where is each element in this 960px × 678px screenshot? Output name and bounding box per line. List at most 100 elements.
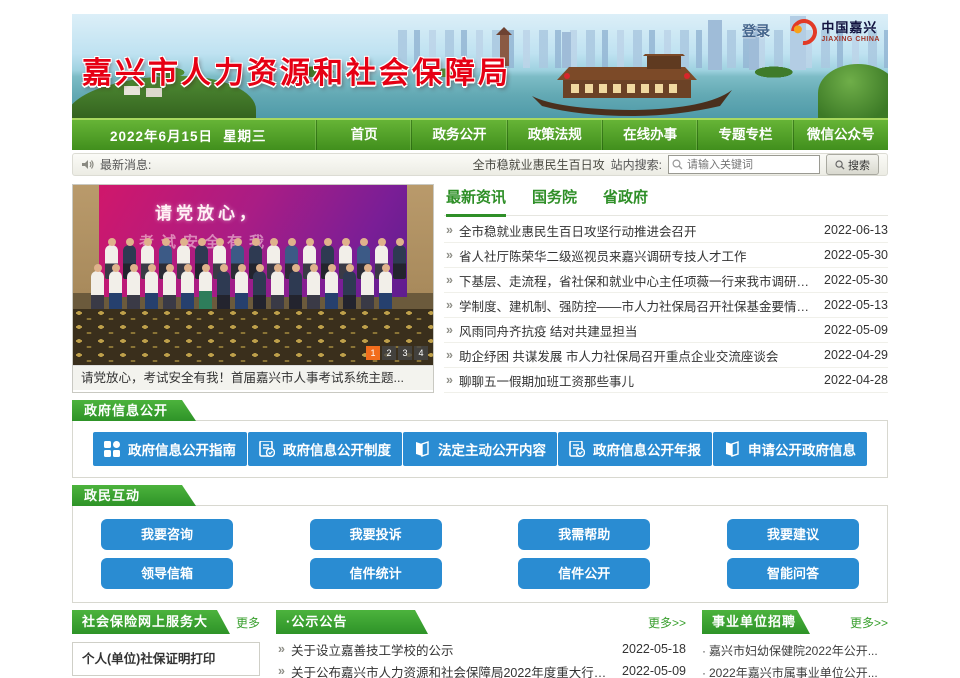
double-arrow-bullet: » — [446, 248, 453, 262]
nav-item-home[interactable]: 首页 — [316, 120, 411, 150]
complaint-button[interactable]: 我要投诉 — [310, 519, 442, 550]
tab-state-council[interactable]: 国务院 — [532, 186, 577, 215]
book-icon — [414, 441, 430, 457]
suggestion-button[interactable]: 我要建议 — [727, 519, 859, 550]
news-tabs: 最新资讯 国务院 省政府 — [444, 186, 888, 216]
news-item[interactable]: » 下基层、走流程，省社保和就业中心主任项薇一行来我市调研“国统”上线情况 2022… — [444, 268, 888, 293]
double-arrow-bullet: » — [446, 223, 453, 237]
request-disclosure-button[interactable]: 申请公开政府信息 — [713, 432, 867, 466]
annual-report-button[interactable]: 政府信息公开年报 — [558, 432, 712, 466]
mail-statistics-button[interactable]: 信件统计 — [310, 558, 442, 589]
news-item[interactable]: » 省人社厅陈荣华二级巡视员来嘉兴调研专技人才工作 2022-05-30 — [444, 243, 888, 268]
page-container: 嘉兴市人力资源和社会保障局 登录 中国嘉兴 JIAXING CHINA 2022… — [0, 0, 960, 678]
tab-provincial-gov[interactable]: 省政府 — [603, 186, 648, 215]
news-item[interactable]: »学制度、建机制、强防控——市人力社保局召开社保基金要情专题学习会2022-05… — [444, 293, 888, 318]
mail-disclosure-button[interactable]: 信件公开 — [518, 558, 650, 589]
recruitment-item[interactable]: ·2022年嘉兴市属事业单位公开... — [702, 662, 888, 678]
social-insurance-title: 社会保险网上服务大厅 — [72, 610, 230, 634]
consult-button[interactable]: 我要咨询 — [101, 519, 233, 550]
pager-item[interactable]: 4 — [414, 346, 428, 360]
legal-disclosure-button[interactable]: 法定主动公开内容 — [403, 432, 557, 466]
announcement-title: 关于设立嘉善技工学校的公示 — [291, 640, 612, 659]
weekday-text: 星期三 — [223, 129, 267, 144]
news-date: 2022-05-30 — [824, 273, 888, 287]
book-icon — [724, 441, 740, 457]
search-button-label: 搜索 — [848, 157, 870, 173]
login-link[interactable]: 登录 — [742, 21, 770, 41]
dot-bullet: · — [702, 644, 706, 658]
gov-info-guide-button[interactable]: 政府信息公开指南 — [93, 432, 247, 466]
ticker-label: 最新消息: — [100, 156, 151, 173]
news-title: 下基层、走流程，省社保和就业中心主任项薇一行来我市调研“国统”上线情况 — [459, 271, 812, 290]
recruitment-more-link[interactable]: 更多>> — [850, 614, 888, 631]
pager-item[interactable]: 3 — [398, 346, 412, 360]
pager-item[interactable]: 1 — [366, 346, 380, 360]
leader-mailbox-button[interactable]: 领导信箱 — [101, 558, 233, 589]
gov-button-label: 政府信息公开指南 — [128, 439, 236, 459]
news-item[interactable]: » 风雨同舟齐抗疫 结对共建显担当 2022-05-09 — [444, 318, 888, 343]
social-insurance-item[interactable]: 个人(单位)社保证明打印 — [72, 642, 260, 676]
news-title: 省人社厅陈荣华二级巡视员来嘉兴调研专技人才工作 — [459, 246, 812, 265]
recruitment-column: 事业单位招聘 更多>> ·嘉兴市妇幼保健院2022年公开... ·2022年嘉兴… — [702, 610, 888, 678]
announcements-more-link[interactable]: 更多>> — [648, 614, 686, 631]
gov-info-system-button[interactable]: 政府信息公开制度 — [248, 432, 402, 466]
nav-item-online-services[interactable]: 在线办事 — [602, 120, 697, 150]
need-help-button[interactable]: 我需帮助 — [518, 519, 650, 550]
announcement-date: 2022-05-18 — [622, 642, 686, 656]
search-icon — [672, 159, 683, 170]
backdrop-text-line1: 请党放心， — [155, 199, 260, 224]
gov-button-label: 政府信息公开制度 — [283, 439, 391, 459]
search-button[interactable]: 搜索 — [826, 154, 879, 175]
double-arrow-bullet: » — [446, 323, 453, 337]
date-text: 2022年6月15日 — [110, 129, 213, 144]
interaction-section: 政民互动 我要咨询 我要投诉 我需帮助 我要建议 领导信箱 信件统计 信件公开 … — [72, 485, 888, 603]
social-insurance-more-link[interactable]: 更多 — [236, 614, 260, 631]
hot-topic-link[interactable]: 全市稳就业惠民生百日攻 — [473, 156, 605, 173]
logo-cn-text: 中国嘉兴 — [821, 21, 880, 34]
double-arrow-bullet: » — [446, 273, 453, 287]
nav-date: 2022年6月15日星期三 — [72, 125, 316, 145]
announcement-date: 2022-05-09 — [622, 664, 686, 678]
double-arrow-bullet: » — [446, 348, 453, 362]
announcement-item[interactable]: »关于公布嘉兴市人力资源和社会保障局2022年度重大行政决策事...2022-0… — [276, 660, 686, 678]
search-icon — [835, 160, 845, 170]
main-nav: 2022年6月15日星期三 首页 政务公开 政策法规 在线办事 专题专栏 微信公… — [72, 118, 888, 150]
interaction-section-title: 政民互动 — [72, 485, 196, 506]
double-arrow-bullet: » — [278, 664, 285, 678]
photo-carousel[interactable]: 请党放心， 考试安全有我 1 2 3 4 — [72, 184, 434, 393]
search-input[interactable] — [668, 155, 820, 174]
double-arrow-bullet: » — [278, 642, 285, 656]
gov-button-label: 法定主动公开内容 — [438, 439, 546, 459]
gov-info-section: 政府信息公开 政府信息公开指南 政府信息公开制度 法定主动公开内容 政府信息公开… — [72, 400, 888, 478]
pager-item[interactable]: 2 — [382, 346, 396, 360]
smart-qa-button[interactable]: 智能问答 — [727, 558, 859, 589]
nav-item-policies[interactable]: 政策法规 — [507, 120, 602, 150]
news-item[interactable]: »聊聊五一假期加班工资那些事儿2022-04-28 — [444, 368, 888, 393]
tab-latest-news[interactable]: 最新资讯 — [446, 186, 506, 217]
news-item[interactable]: » 助企纾困 共谋发展 市人力社保局召开重点企业交流座谈会 2022-04-29 — [444, 343, 888, 368]
news-date: 2022-05-30 — [824, 248, 888, 262]
news-title: 助企纾困 共谋发展 市人力社保局召开重点企业交流座谈会 — [459, 346, 812, 365]
nav-item-special-topics[interactable]: 专题专栏 — [697, 120, 792, 150]
news-title: 学制度、建机制、强防控——市人力社保局召开社保基金要情专题学习会 — [459, 296, 812, 315]
carousel-caption[interactable]: 请党放心，考试安全有我！首届嘉兴市人事考试系统主题... — [73, 365, 433, 390]
news-item[interactable]: »全市稳就业惠民生百日攻坚行动推进会召开2022-06-13 — [444, 218, 888, 243]
news-date: 2022-04-29 — [824, 348, 888, 362]
carousel-photo: 请党放心， 考试安全有我 1 2 3 4 — [73, 185, 433, 365]
nav-item-gov-disclosure[interactable]: 政务公开 — [411, 120, 506, 150]
red-boat — [527, 54, 737, 116]
recruitment-item[interactable]: ·嘉兴市妇幼保健院2022年公开... — [702, 640, 888, 662]
gov-info-section-title: 政府信息公开 — [72, 400, 196, 421]
recruitment-title: 事业单位招聘 — [702, 610, 810, 634]
news-title: 风雨同舟齐抗疫 结对共建显担当 — [459, 321, 812, 340]
news-date: 2022-05-09 — [824, 323, 888, 337]
nav-item-wechat[interactable]: 微信公众号 — [793, 120, 888, 150]
announcement-item[interactable]: » 关于设立嘉善技工学校的公示 2022-05-18 — [276, 638, 686, 660]
news-panel: 最新资讯 国务院 省政府 »全市稳就业惠民生百日攻坚行动推进会召开2022-06… — [444, 184, 888, 393]
news-title: 全市稳就业惠民生百日攻坚行动推进会召开 — [459, 221, 812, 240]
double-arrow-bullet: » — [446, 373, 453, 387]
recruitment-item-title: 嘉兴市妇幼保健院2022年公开... — [709, 644, 878, 658]
news-title: 聊聊五一假期加班工资那些事儿 — [459, 371, 812, 390]
jiaxing-logo[interactable]: 中国嘉兴 JIAXING CHINA — [791, 19, 880, 45]
carousel-pager: 1 2 3 4 — [366, 346, 428, 360]
